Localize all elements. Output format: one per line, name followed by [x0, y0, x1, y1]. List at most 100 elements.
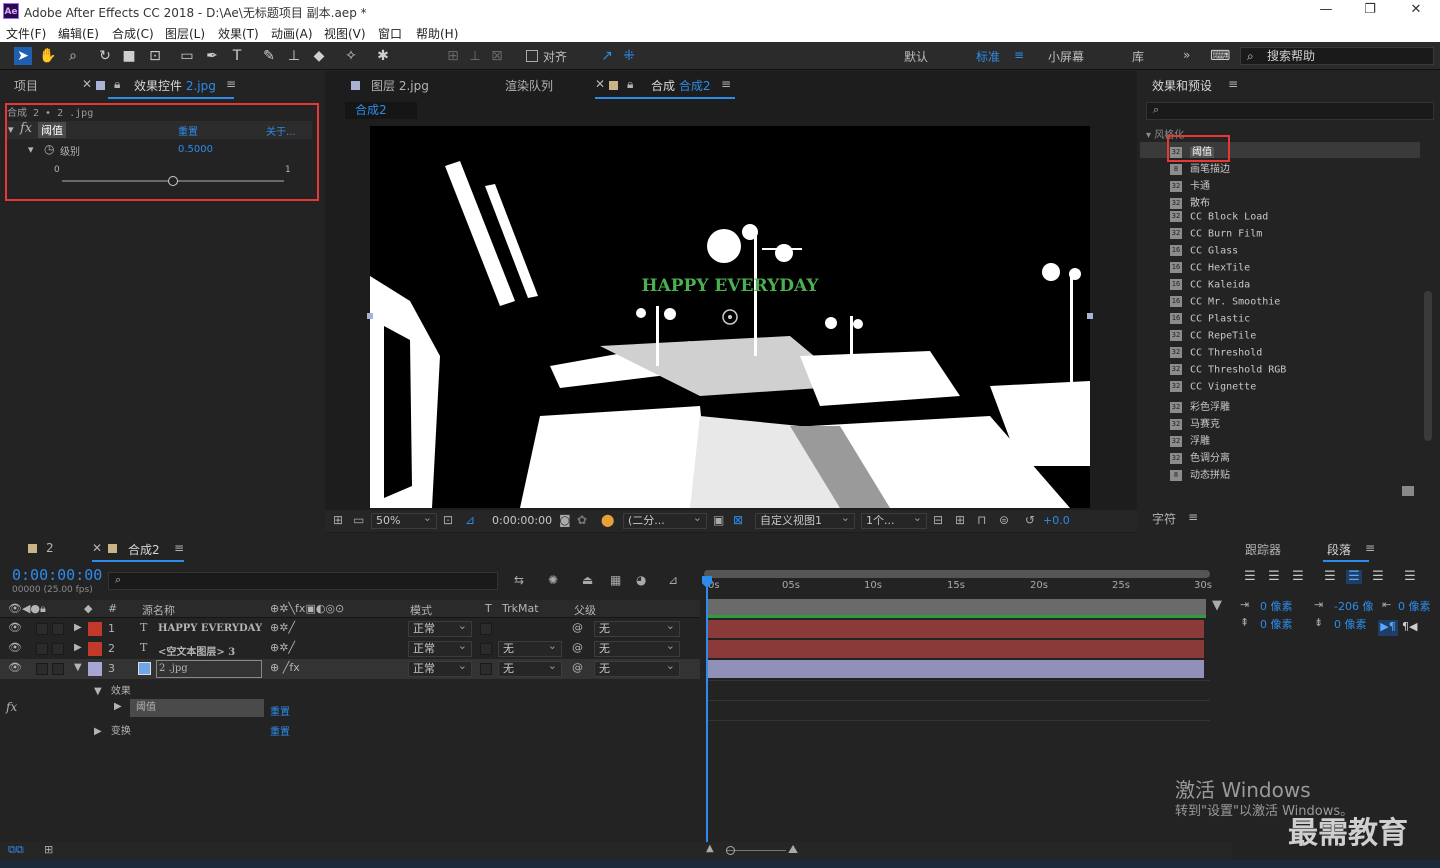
effect-item-cartoon[interactable]: 32 卡通 [1170, 177, 1210, 194]
align-right-icon[interactable]: ☰ [1290, 570, 1306, 584]
effect-item-cc-plastic[interactable]: 16 CC Plastic [1170, 313, 1250, 330]
justify-last-right-icon[interactable]: ☰ [1370, 570, 1386, 584]
transform-reset-link[interactable]: 重置 [270, 723, 290, 738]
effect-item-cc-threshold[interactable]: 32 CC Threshold [1170, 347, 1262, 364]
work-area-bar[interactable] [704, 570, 1210, 578]
resolution-dropdown[interactable]: (二分... [623, 511, 707, 529]
effect-item-row[interactable]: 阈值 [130, 699, 264, 717]
effect-item-brush-strokes[interactable]: 8 画笔描边 [1170, 160, 1230, 177]
motion-blur-icon[interactable]: ◕ [636, 573, 646, 587]
layer-label-color[interactable] [88, 662, 102, 676]
effect-item-cc-repetile[interactable]: 32 CC RepeTile [1170, 330, 1256, 347]
layer-row-2[interactable]: 👁︎ ▶ 2 T <空文本图层> 3 ⊕✲╱ 正常 无 @ 无 [0, 639, 700, 659]
tab-composition[interactable]: 合成 合成2 [651, 77, 710, 94]
zoom-in-icon[interactable]: ⛰ [788, 842, 798, 857]
snap-checkbox[interactable] [526, 50, 538, 62]
effect-item-motion-tile[interactable]: 8 动态拼贴 [1170, 466, 1230, 483]
restore-button[interactable]: ❐ [1360, 2, 1380, 17]
menu-file[interactable]: 文件(F) [6, 25, 46, 42]
new-preset-icon[interactable] [1402, 486, 1414, 496]
axis-view-icon[interactable]: ⊠ [488, 47, 506, 65]
zoom-tool-icon[interactable]: ⌕ [64, 47, 82, 65]
fast-preview-icon[interactable]: ▣ [713, 513, 724, 527]
layer-bar-1[interactable] [708, 620, 1204, 638]
close-tab-icon[interactable]: ✕ [82, 77, 92, 91]
minimize-button[interactable]: — [1316, 2, 1336, 17]
type-tool-icon[interactable]: T [228, 47, 246, 65]
first-line-indent-value[interactable]: -206 像 [1334, 598, 1373, 614]
preserve-transparency-toggle[interactable] [480, 623, 492, 635]
comp-breadcrumb-tab[interactable]: 合成2 [345, 102, 417, 119]
effects-group-row[interactable]: ▼ 效果 [94, 682, 131, 697]
effect-item-emboss[interactable]: 32 浮雕 [1170, 432, 1210, 449]
viewer-timecode[interactable]: 0:00:00:00 [492, 514, 552, 527]
snap-feature-icon[interactable]: ⁜ [620, 47, 638, 65]
help-search-input[interactable]: ⌕ 搜索帮助 [1240, 47, 1434, 65]
preserve-transparency-toggle[interactable] [480, 663, 492, 675]
puppet-tool-icon[interactable]: ✱ [374, 47, 392, 65]
toggle-transparency-icon[interactable]: ⊠ [733, 513, 743, 527]
pick-whip-icon[interactable]: @ [572, 641, 583, 654]
effect-item-scatter[interactable]: 32 散布 [1170, 194, 1210, 211]
more-workspaces-icon[interactable]: » [1183, 48, 1190, 62]
effect-item-cc-vignette[interactable]: 32 CC Vignette [1170, 381, 1256, 398]
timeline-search-input[interactable]: ⌕ [108, 572, 498, 590]
layer-handle-right[interactable] [1087, 313, 1093, 319]
tab-character[interactable]: 字符 [1152, 510, 1176, 527]
tab-tracker[interactable]: 跟踪器 [1245, 541, 1281, 558]
rtl-direction-icon[interactable]: ¶◀ [1402, 620, 1417, 633]
zoom-dropdown[interactable]: 50% [371, 511, 437, 529]
layer-switches-icons[interactable]: ⊕✲╱ [270, 641, 295, 654]
space-after-value[interactable]: 0 像素 [1334, 616, 1367, 632]
layer-mode-dropdown[interactable]: 正常 [408, 619, 472, 637]
zoom-slider-handle[interactable] [726, 846, 735, 855]
pen-tool-icon[interactable]: ✒ [203, 47, 221, 65]
workspace-menu-icon[interactable]: ≡ [1014, 48, 1024, 62]
ltr-direction-icon[interactable]: ▶¶ [1378, 620, 1398, 636]
shy-layers-icon[interactable]: ⏏ [582, 573, 593, 587]
menu-window[interactable]: 窗口 [378, 25, 402, 42]
comp-lock-icon[interactable]: 🔒︎ [627, 77, 633, 92]
justify-all-icon[interactable]: ☰ [1402, 570, 1418, 584]
monitor-icon[interactable]: ▭ [353, 513, 364, 527]
effects-scrollbar[interactable] [1424, 291, 1432, 441]
effects-search-input[interactable]: ⌕ [1146, 102, 1434, 120]
workspace-libraries[interactable]: 库 [1132, 48, 1144, 65]
hand-tool-icon[interactable]: ✋ [39, 47, 57, 65]
effect-item-cc-burn-film[interactable]: 32 CC Burn Film [1170, 228, 1262, 245]
effect-item-posterize[interactable]: 32 色调分离 [1170, 449, 1230, 466]
effect-item-cc-glass[interactable]: 16 CC Glass [1170, 245, 1238, 262]
effect-fx-icon[interactable]: fx [6, 700, 17, 714]
effect-item-cc-threshold-rgb[interactable]: 32 CC Threshold RGB [1170, 364, 1286, 381]
graph-editor-icon[interactable]: ⊿ [668, 573, 678, 587]
view-dropdown[interactable]: 自定义视图1 [755, 511, 855, 529]
comp-panel-menu-icon[interactable]: ≡ [721, 77, 731, 91]
axis-local-icon[interactable]: ⊞ [444, 47, 462, 65]
preserve-transparency-toggle[interactable] [480, 643, 492, 655]
layer-mode-dropdown[interactable]: 正常 [408, 639, 472, 657]
justify-last-center-icon[interactable]: ☰ [1346, 570, 1362, 584]
source-name-header[interactable]: 源名称 [142, 602, 175, 618]
clone-stamp-tool-icon[interactable]: ⊥ [285, 47, 303, 65]
effects-panel-menu-icon[interactable]: ≡ [1228, 77, 1238, 91]
effect-item-color-emboss[interactable]: 32 彩色浮雕 [1170, 398, 1230, 415]
visibility-eye-icon[interactable]: 👁︎ [8, 621, 22, 634]
lock-toggle[interactable] [52, 643, 64, 655]
effect-item-cc-hextile[interactable]: 16 CC HexTile [1170, 262, 1250, 279]
workspace-standard[interactable]: 标准 [976, 48, 1000, 65]
menu-edit[interactable]: 编辑(E) [58, 25, 99, 42]
view-layout-dropdown[interactable]: 1个... [861, 511, 927, 529]
timeline-timecode[interactable]: 0:00:00:00 [12, 566, 102, 584]
tab-project[interactable]: 项目 [14, 77, 38, 94]
layer-handle-left[interactable] [367, 313, 373, 319]
layer-row-3[interactable]: 👁︎ ▼ 3 2 .jpg ⊕ ╱fx 正常 无 @ 无 [0, 659, 700, 679]
timeline-icon[interactable]: ⊞ [955, 513, 965, 527]
effect-item-cc-mr-smoothie[interactable]: 16 CC Mr. Smoothie [1170, 296, 1280, 313]
menu-effect[interactable]: 效果(T) [218, 25, 259, 42]
exposure-icon[interactable]: ↺ [1025, 513, 1035, 527]
fit-icon[interactable]: ⊡ [443, 513, 453, 527]
layer-name[interactable]: <空文本图层> 3 [158, 643, 235, 658]
parent-dropdown[interactable]: 无 [594, 659, 680, 677]
transparency-grid-icon[interactable]: ⊿ [465, 513, 475, 527]
effect-expand-arrow-icon[interactable]: ▶ [114, 701, 122, 712]
